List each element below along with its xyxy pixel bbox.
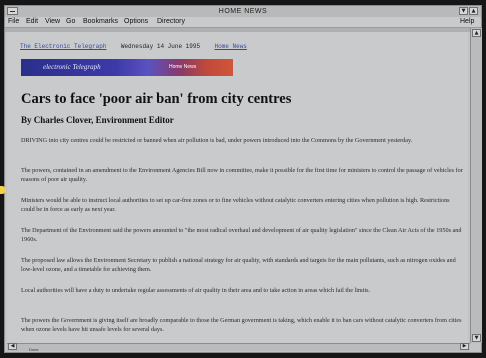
article-paragraph: Local authorities will have a duty to un… <box>21 287 371 294</box>
minimize-button[interactable]: ▼ <box>459 7 468 15</box>
issue-date: Wednesday 14 June 1995 <box>120 43 201 50</box>
article-headline: Cars to face 'poor air ban' from city ce… <box>21 91 292 107</box>
menu-go[interactable]: Go <box>66 17 75 27</box>
telegraph-link[interactable]: The Electronic Telegraph <box>20 43 106 50</box>
menu-directory[interactable]: Directory <box>157 17 185 27</box>
menu-help[interactable]: Help <box>460 17 474 27</box>
banner-section-label: Home News <box>169 64 197 70</box>
article-paragraph: DRIVING into city centres could be restr… <box>21 137 413 144</box>
page-content: The Electronic Telegraph Wednesday 14 Ju… <box>7 32 468 343</box>
menu-edit[interactable]: Edit <box>26 17 38 27</box>
article-byline: By Charles Clover, Environment Editor <box>21 115 174 125</box>
status-bar: Done <box>29 347 39 352</box>
scroll-up-button[interactable]: ▲ <box>472 29 481 37</box>
home-news-link[interactable]: Home News <box>214 43 246 50</box>
page-header-line: The Electronic Telegraph Wednesday 14 Ju… <box>20 43 247 50</box>
menu-file[interactable]: File <box>8 17 19 27</box>
vertical-scrollbar[interactable]: ▲ ▼ <box>470 28 482 343</box>
banner-masthead: electronic Telegraph <box>43 63 101 71</box>
article-paragraph: The proposed law allows the Environment … <box>21 257 456 273</box>
menu-options[interactable]: Options <box>124 17 148 27</box>
menu-bookmarks[interactable]: Bookmarks <box>83 17 118 27</box>
article-paragraph: The Department of the Environment said t… <box>21 227 462 243</box>
maximize-button[interactable]: ▲ <box>469 7 478 15</box>
section-banner[interactable]: electronic Telegraph Home News <box>21 59 233 76</box>
article-paragraph: Ministers would be able to instruct loca… <box>21 197 450 213</box>
article-paragraph: The powers, contained in an amendment to… <box>21 167 463 183</box>
window-title: HOME NEWS <box>218 8 268 15</box>
scroll-down-button[interactable]: ▼ <box>472 334 481 342</box>
menu-bar: File Edit View Go Bookmarks Options Dire… <box>5 17 481 28</box>
article-paragraph: The powers the Government is giving itse… <box>21 317 462 333</box>
menu-view[interactable]: View <box>45 17 60 27</box>
browser-window: HOME NEWS ▼ ▲ File Edit View Go Bookmark… <box>4 5 482 353</box>
